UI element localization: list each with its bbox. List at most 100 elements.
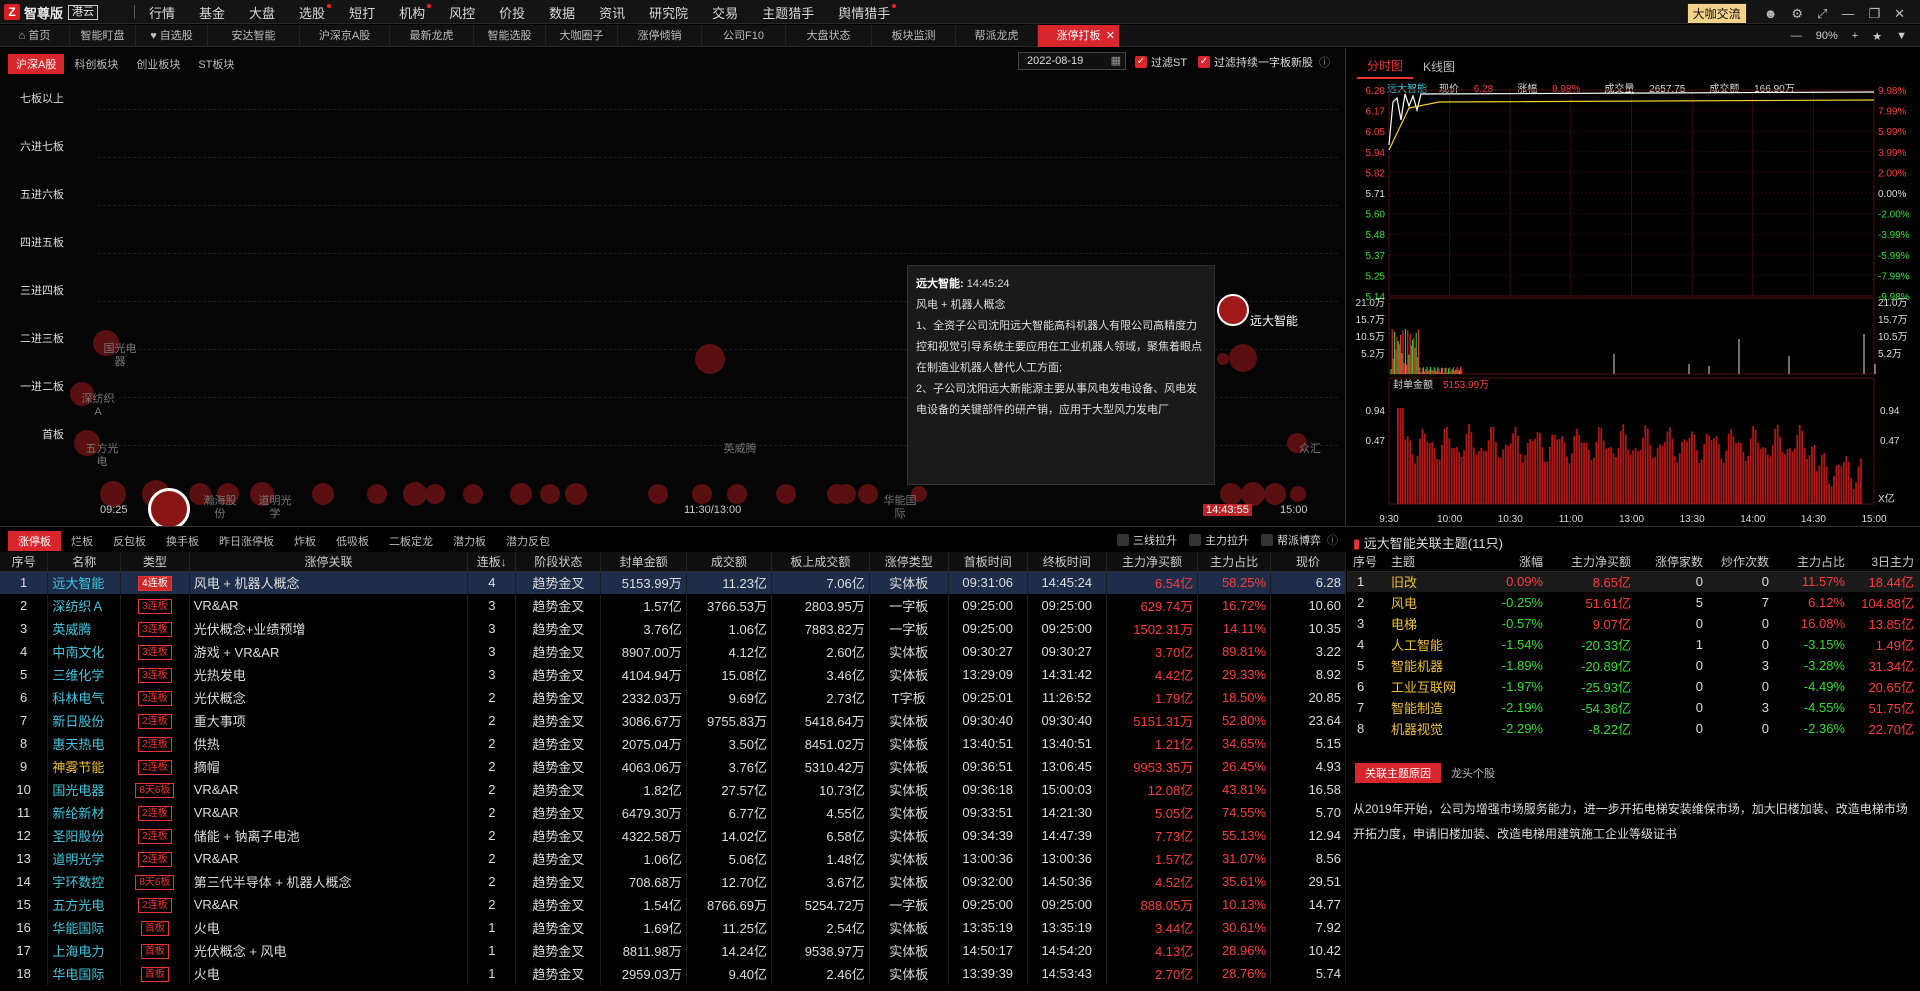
- theme-col-header-1[interactable]: 主题: [1385, 552, 1477, 572]
- subtab-2[interactable]: 创业板块: [128, 54, 188, 74]
- col-header-7[interactable]: 成交额: [686, 552, 772, 572]
- stock-bubble[interactable]: [1290, 486, 1306, 502]
- lower-filter-1[interactable]: 主力拉升: [1189, 532, 1249, 548]
- theme-col-header-6[interactable]: 主力占比: [1775, 552, 1851, 572]
- col-header-12[interactable]: 主力净买额: [1106, 552, 1199, 572]
- tab-5[interactable]: 最新龙虎: [390, 25, 474, 47]
- subtab-3[interactable]: ST板块: [190, 54, 242, 74]
- app-logo[interactable]: Z 智尊版 港云: [0, 0, 132, 24]
- tab-0[interactable]: ⌂ 首页: [0, 25, 70, 47]
- table-row[interactable]: 11 新纶新材 2连板 VR&AR 2 趋势金叉 6479.30万 6.77亿 4.55亿 实体板…: [0, 801, 1346, 824]
- cell-name[interactable]: 三维化学: [47, 663, 122, 686]
- tab-8[interactable]: 涨停倾销: [618, 25, 702, 47]
- stock-bubble[interactable]: [312, 483, 334, 505]
- stock-bubble[interactable]: [727, 484, 747, 504]
- cell-name[interactable]: 中南文化: [47, 640, 122, 663]
- restore-icon[interactable]: ❐: [1868, 6, 1880, 22]
- table-row[interactable]: 9 神雾节能 2连板 摘帽 2 趋势金叉 4063.06万 3.76亿 5310.42万 实体板 0…: [0, 755, 1346, 778]
- tab-kline[interactable]: K线图: [1413, 55, 1465, 78]
- theme-row[interactable]: 6 工业互联网 -1.97% -25.93亿 0 0 -4.49% 20.65亿: [1347, 676, 1920, 697]
- stock-bubble[interactable]: [858, 484, 878, 504]
- theme-col-header-4[interactable]: 涨停家数: [1637, 552, 1709, 572]
- lower-tab-3[interactable]: 换手板: [156, 531, 209, 551]
- table-row[interactable]: 5 三维化学 3连板 光热发电 3 趋势金叉 4104.94万 15.08亿 3.46亿 实体板 1…: [0, 663, 1346, 686]
- lower-tab-8[interactable]: 潜力板: [443, 531, 496, 551]
- theme-col-header-7[interactable]: 3日主力: [1851, 552, 1920, 572]
- menu-item-8[interactable]: 数据: [549, 3, 575, 22]
- menu-item-12[interactable]: 主题猎手: [762, 3, 814, 22]
- cell-name[interactable]: 惠天热电: [47, 732, 122, 755]
- col-header-14[interactable]: 现价: [1270, 552, 1346, 572]
- theme-row[interactable]: 3 电梯 -0.57% 9.07亿 0 0 16.08% 13.85亿: [1347, 613, 1920, 634]
- theme-col-header-2[interactable]: 涨幅: [1477, 552, 1549, 572]
- tab-6[interactable]: 智能选股: [474, 25, 546, 47]
- more-icon[interactable]: ▼: [1896, 30, 1907, 42]
- cell-name[interactable]: 英威腾: [47, 617, 122, 640]
- table-row[interactable]: 7 新日股份 2连板 重大事项 2 趋势金叉 3086.67万 9755.83万 5418.64…: [0, 709, 1346, 732]
- col-header-0[interactable]: 序号: [0, 552, 49, 572]
- cell-name[interactable]: 道明光学: [47, 847, 122, 870]
- col-header-3[interactable]: 涨停关联: [189, 552, 469, 572]
- tab-12[interactable]: 帮派龙虎: [956, 25, 1038, 47]
- cell-name[interactable]: 深纺织Ａ: [47, 594, 122, 617]
- reason-tab-0[interactable]: 关联主题原因: [1355, 763, 1441, 783]
- tab-13[interactable]: 涨停打板 ✕: [1038, 25, 1120, 47]
- subtab-0[interactable]: 沪深A股: [8, 54, 65, 74]
- cell-name[interactable]: 华电国际: [47, 962, 122, 985]
- table-row[interactable]: 12 圣阳股份 2连板 储能 + 钠离子电池 2 趋势金叉 4322.58万 14.02亿 6.…: [0, 824, 1346, 847]
- gear-icon[interactable]: ⚙: [1791, 6, 1803, 22]
- table-row[interactable]: 15 五方光电 2连板 VR&AR 2 趋势金叉 1.54亿 8766.69万 5254.72万…: [0, 893, 1346, 916]
- table-row[interactable]: 14 宇环数控 8天6板 第三代半导体 + 机器人概念 2 趋势金叉 708.68万 12.7…: [0, 870, 1346, 893]
- highlight-stock-bubble[interactable]: [1217, 294, 1249, 326]
- menu-item-6[interactable]: 风控: [449, 3, 475, 22]
- table-row[interactable]: 17 上海电力 首板 光伏概念 + 风电 1 趋势金叉 8811.98万 14.24亿 9538…: [0, 939, 1346, 962]
- community-button[interactable]: 大咖交流: [1686, 3, 1747, 24]
- close-tab-icon[interactable]: ✕: [1106, 25, 1115, 47]
- menu-item-2[interactable]: 大盘: [249, 3, 275, 22]
- theme-row[interactable]: 5 智能机器 -1.89% -20.89亿 0 3 -3.28% 31.34亿: [1347, 655, 1920, 676]
- tab-4[interactable]: 沪深京A股: [300, 25, 390, 47]
- theme-row[interactable]: 1 旧改 0.09% 8.65亿 0 0 11.57% 18.44亿: [1347, 571, 1920, 592]
- cell-name[interactable]: 五方光电: [47, 893, 122, 916]
- close-icon[interactable]: ✕: [1894, 6, 1905, 22]
- col-header-2[interactable]: 类型: [120, 552, 190, 572]
- intraday-chart[interactable]: 6.28 6.17 6.05 5.94 5.82 5.71 5.60 5.48 5.37 5.25…: [1347, 86, 1920, 526]
- cell-name[interactable]: 圣阳股份: [47, 824, 122, 847]
- tab-3[interactable]: 安达智能: [208, 25, 300, 47]
- tab-11[interactable]: 板块监测: [872, 25, 956, 47]
- shrink-icon[interactable]: ⤢: [1817, 6, 1827, 22]
- subtab-1[interactable]: 科创板块: [66, 54, 126, 74]
- table-row[interactable]: 13 道明光学 2连板 VR&AR 2 趋势金叉 1.06亿 5.06亿 1.48亿 实体板 13:…: [0, 847, 1346, 870]
- table-row[interactable]: 8 惠天热电 2连板 供热 2 趋势金叉 2075.04万 3.50亿 8451.02万 实体板 1…: [0, 732, 1346, 755]
- lower-tab-1[interactable]: 烂板: [61, 531, 103, 551]
- reason-tab-1[interactable]: 龙头个股: [1441, 763, 1505, 783]
- theme-col-header-5[interactable]: 炒作次数: [1709, 552, 1775, 572]
- table-row[interactable]: 3 英威腾 3连板 光伏概念+业绩预增 3 趋势金叉 3.76亿 1.06亿 7883.82万一…: [0, 617, 1346, 640]
- selected-stock-bubble[interactable]: [148, 488, 190, 530]
- menu-item-3[interactable]: 选股: [299, 3, 332, 22]
- stock-bubble[interactable]: [836, 484, 856, 504]
- lower-tab-0[interactable]: 涨停板: [8, 531, 61, 551]
- tab-9[interactable]: 公司F10: [702, 25, 786, 47]
- stock-bubble[interactable]: [692, 484, 712, 504]
- stock-bubble[interactable]: [463, 484, 483, 504]
- lower-tab-9[interactable]: 潜力反包: [496, 531, 560, 551]
- tab-10[interactable]: 大盘状态: [786, 25, 872, 47]
- help-icon[interactable]: ⓘ: [1327, 532, 1338, 548]
- table-row[interactable]: 16 华能国际 首板 火电 1 趋势金叉 1.69亿 11.25亿 2.54亿 实体板 13:35:…: [0, 916, 1346, 939]
- stock-bubble[interactable]: [1264, 483, 1286, 505]
- table-row[interactable]: 1 远大智能 4连板 风电 + 机器人概念 4 趋势金叉 5153.99万 11.23亿 7.0…: [0, 571, 1346, 594]
- table-row[interactable]: 4 中南文化 3连板 游戏 + VR&AR 3 趋势金叉 8907.00万 4.12亿 2.60…: [0, 640, 1346, 663]
- col-header-4[interactable]: 连板↓: [467, 552, 517, 572]
- menu-item-11[interactable]: 交易: [712, 3, 738, 22]
- tab-1[interactable]: 智能盯盘: [70, 25, 136, 47]
- tab-2[interactable]: ♥ 自选股: [136, 25, 208, 47]
- user-icon[interactable]: ☻: [1764, 6, 1778, 21]
- cell-name[interactable]: 宇环数控: [47, 870, 122, 893]
- col-header-8[interactable]: 板上成交额: [771, 552, 870, 572]
- tab-intraday[interactable]: 分时图: [1357, 54, 1414, 79]
- table-row[interactable]: 18 华电国际 首板 火电 1 趋势金叉 2959.03万 9.40亿 2.46亿 实体板 13:3…: [0, 962, 1346, 985]
- menu-item-10[interactable]: 研究院: [649, 3, 688, 22]
- cell-name[interactable]: 华能国际: [47, 916, 122, 939]
- filter-st-checkbox[interactable]: ✓ 过滤ST: [1135, 54, 1187, 70]
